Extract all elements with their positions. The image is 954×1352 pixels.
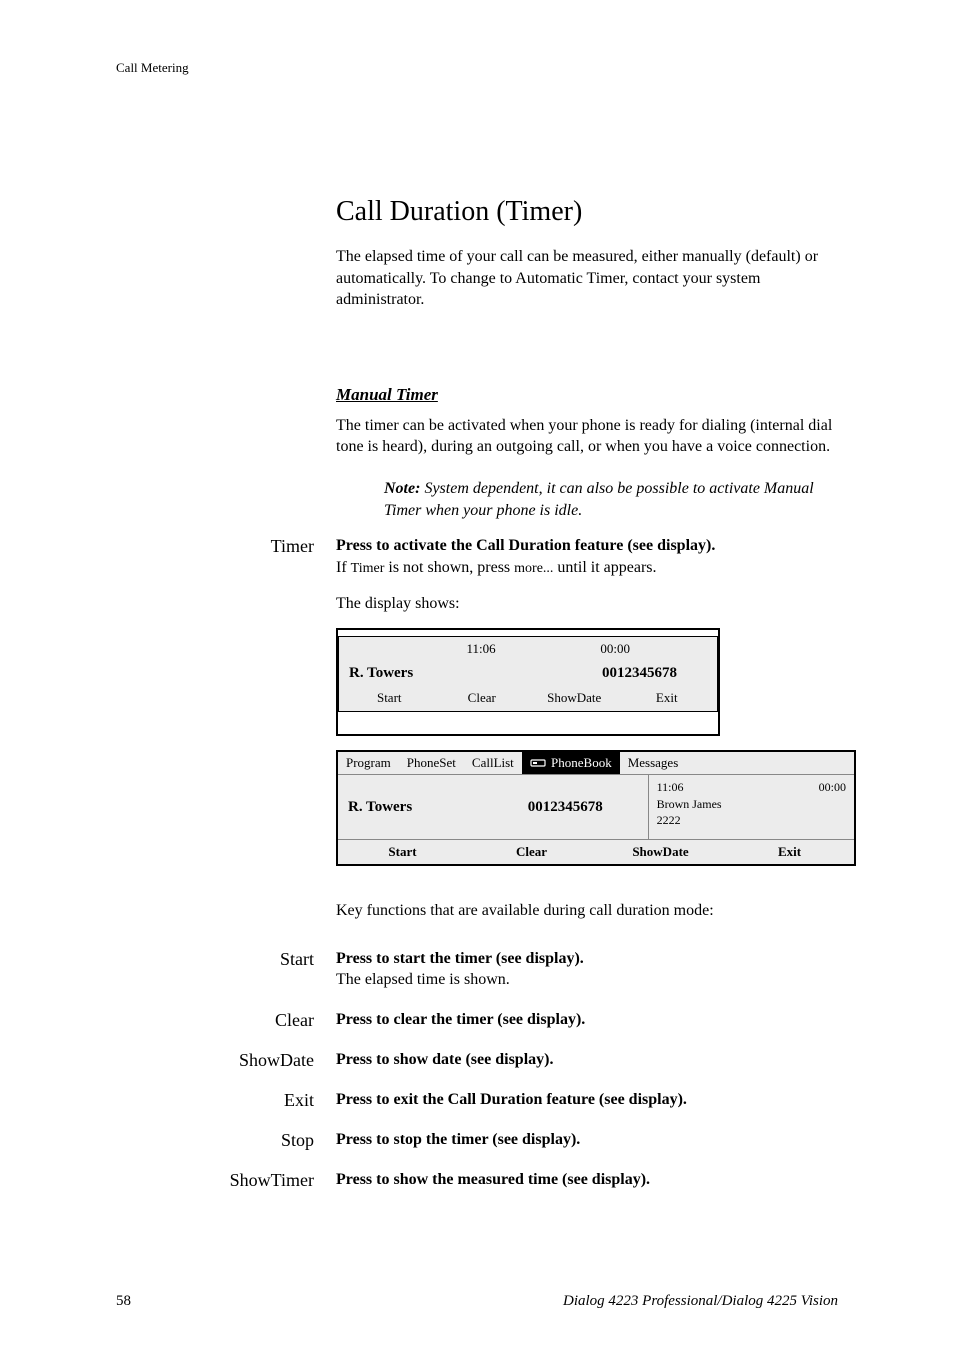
lcd2-menu-label: PhoneBook xyxy=(551,755,612,770)
lcd1-number: 0012345678 xyxy=(513,663,707,683)
function-desc-bold: Press to show the measured time (see dis… xyxy=(336,1169,838,1191)
function-row: Start Press to start the timer (see disp… xyxy=(336,948,838,991)
footer-model: Dialog 4223 Professional/Dialog 4225 Vis… xyxy=(563,1293,838,1310)
lcd2-number: 0012345678 xyxy=(493,797,638,817)
function-row: Clear Press to clear the timer (see disp… xyxy=(336,1009,838,1031)
text-frag: until it appears. xyxy=(553,559,656,576)
lcd2-softkey: ShowDate xyxy=(596,840,725,864)
function-row: ShowDate Press to show date (see display… xyxy=(336,1049,838,1071)
lcd2-name: R. Towers xyxy=(348,797,493,817)
phonebook-icon xyxy=(530,755,546,773)
lcd2-softkey: Start xyxy=(338,840,467,864)
main-content: Call Duration (Timer) The elapsed time o… xyxy=(336,196,838,1191)
lcd1-softkey: Clear xyxy=(436,689,529,707)
note-label: Note: xyxy=(384,480,420,497)
function-label: ShowDate xyxy=(116,1049,336,1071)
lcd2-menubar: Program PhoneSet CallList PhoneBook Mess… xyxy=(338,752,854,776)
section-title: Call Duration (Timer) xyxy=(336,196,838,228)
timer-row: Timer Press to activate the Call Duratio… xyxy=(336,535,838,921)
function-label: ShowTimer xyxy=(116,1169,336,1191)
function-desc-bold: Press to stop the timer (see display). xyxy=(336,1129,838,1151)
function-row: Exit Press to exit the Call Duration fea… xyxy=(336,1089,838,1111)
function-label: Clear xyxy=(116,1009,336,1031)
display-shows-text: The display shows: xyxy=(336,593,856,615)
function-label: Start xyxy=(116,948,336,970)
timer-key-body: Press to activate the Call Duration feat… xyxy=(336,535,856,921)
phone-display-large: Program PhoneSet CallList PhoneBook Mess… xyxy=(336,750,856,866)
page-number: 58 xyxy=(116,1293,131,1310)
text-frag-more: more... xyxy=(514,561,553,576)
function-label: Stop xyxy=(116,1129,336,1151)
manual-timer-heading: Manual Timer xyxy=(336,385,838,405)
lcd2-menu-item: Program xyxy=(338,752,399,775)
lcd2-softkey: Exit xyxy=(725,840,854,864)
key-functions-list: Start Press to start the timer (see disp… xyxy=(336,948,838,1191)
function-row: Stop Press to stop the timer (see displa… xyxy=(336,1129,838,1151)
timer-instruction-line2: If Timer is not shown, press more... unt… xyxy=(336,557,856,579)
lcd2-right-time: 11:06 xyxy=(657,779,684,795)
page: Call Metering Call Duration (Timer) The … xyxy=(0,0,954,1352)
lcd1-name: R. Towers xyxy=(349,663,513,683)
manual-timer-paragraph: The timer can be activated when your pho… xyxy=(336,415,838,458)
lcd2-right-panel: 11:06 00:00 Brown James 2222 xyxy=(648,775,854,839)
running-head: Call Metering xyxy=(116,60,838,76)
text-frag: is not shown, press xyxy=(384,559,514,576)
function-label: Exit xyxy=(116,1089,336,1111)
lcd2-menu-item: PhoneSet xyxy=(399,752,464,775)
phone-display-small: 11:06 00:00 R. Towers 0012345678 Start C… xyxy=(336,628,720,735)
lcd2-menu-item: CallList xyxy=(464,752,522,775)
lcd1-softkey: ShowDate xyxy=(528,689,621,707)
lcd2-menu-item: Messages xyxy=(620,752,687,775)
lcd2-menu-item-selected: PhoneBook xyxy=(522,752,620,775)
lcd1-softkey: Exit xyxy=(621,689,714,707)
intro-paragraph: The elapsed time of your call can be mea… xyxy=(336,246,838,311)
function-desc-bold: Press to exit the Call Duration feature … xyxy=(336,1089,838,1111)
timer-key-label: Timer xyxy=(116,535,336,557)
note-text: System dependent, it can also be possibl… xyxy=(384,480,814,519)
function-desc-extra: The elapsed time is shown. xyxy=(336,969,838,991)
lcd2-softkey: Clear xyxy=(467,840,596,864)
lcd1-softkey: Start xyxy=(343,689,436,707)
timer-instruction-bold: Press to activate the Call Duration feat… xyxy=(336,535,856,557)
function-desc-bold: Press to clear the timer (see display). xyxy=(336,1009,838,1031)
function-desc-bold: Press to start the timer (see display). xyxy=(336,948,838,970)
key-functions-intro: Key functions that are available during … xyxy=(336,900,856,922)
text-frag-timer: Timer xyxy=(351,561,385,576)
function-row: ShowTimer Press to show the measured tim… xyxy=(336,1169,838,1191)
lcd2-right-timer: 00:00 xyxy=(819,779,846,795)
lcd1-time: 11:06 xyxy=(414,640,548,658)
note-block: Note: System dependent, it can also be p… xyxy=(384,478,838,521)
lcd2-right-caller: Brown James xyxy=(657,796,846,812)
function-desc-bold: Press to show date (see display). xyxy=(336,1049,838,1071)
lcd2-right-ext: 2222 xyxy=(657,812,846,828)
text-frag: If xyxy=(336,559,351,576)
lcd1-timer: 00:00 xyxy=(548,640,682,658)
page-footer: 58 Dialog 4223 Professional/Dialog 4225 … xyxy=(116,1293,838,1310)
